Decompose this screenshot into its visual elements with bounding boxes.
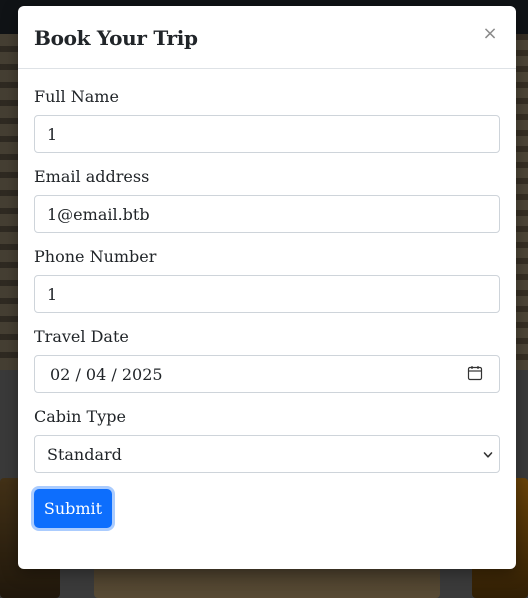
submit-button[interactable]: Submit [34, 489, 112, 528]
close-icon: × [482, 23, 498, 44]
close-button[interactable]: × [480, 24, 500, 44]
cabin-type-label: Cabin Type [34, 407, 126, 426]
chevron-down-icon [483, 452, 493, 458]
travel-date-label: Travel Date [34, 327, 129, 346]
full-name-field-group: Full Name [34, 87, 500, 153]
modal-header: Book Your Trip × [18, 6, 516, 69]
email-field-group: Email address [34, 167, 500, 233]
modal-body: Full Name Email address Phone Number Tra… [18, 69, 516, 528]
modal-title: Book Your Trip [34, 26, 198, 50]
cabin-type-select[interactable]: Standard [34, 435, 500, 473]
cabin-type-selected-value: Standard [47, 444, 122, 464]
email-input[interactable] [34, 195, 500, 233]
phone-label: Phone Number [34, 247, 157, 266]
cabin-type-field-group: Cabin Type Standard [34, 407, 500, 473]
full-name-label: Full Name [34, 87, 119, 106]
booking-modal: Book Your Trip × Full Name Email address… [18, 6, 516, 569]
travel-date-field-group: Travel Date 02 / 04 / 2025 [34, 327, 500, 393]
full-name-input[interactable] [34, 115, 500, 153]
phone-field-group: Phone Number [34, 247, 500, 313]
phone-input[interactable] [34, 275, 500, 313]
calendar-icon[interactable] [467, 365, 483, 381]
travel-date-value: 02 / 04 / 2025 [50, 364, 163, 384]
travel-date-input[interactable]: 02 / 04 / 2025 [34, 355, 500, 393]
email-label: Email address [34, 167, 150, 186]
